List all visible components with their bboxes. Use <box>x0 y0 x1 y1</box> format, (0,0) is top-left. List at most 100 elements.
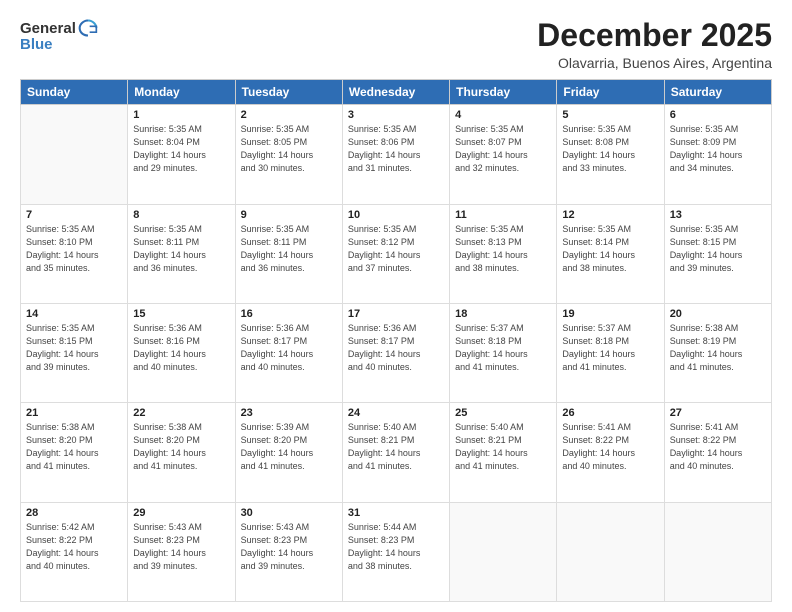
day-info: Sunrise: 5:40 AM Sunset: 8:21 PM Dayligh… <box>348 421 444 473</box>
day-info: Sunrise: 5:35 AM Sunset: 8:15 PM Dayligh… <box>26 322 122 374</box>
day-info: Sunrise: 5:35 AM Sunset: 8:07 PM Dayligh… <box>455 123 551 175</box>
week-row-1: 1 Sunrise: 5:35 AM Sunset: 8:04 PM Daylig… <box>21 105 772 204</box>
week-row-3: 14 Sunrise: 5:35 AM Sunset: 8:15 PM Dayli… <box>21 303 772 402</box>
day-number: 31 <box>348 507 444 519</box>
calendar-cell: 19 Sunrise: 5:37 AM Sunset: 8:18 PM Dayli… <box>557 303 664 402</box>
title-block: December 2025 Olavarria, Buenos Aires, A… <box>537 18 772 71</box>
day-number: 8 <box>133 209 229 221</box>
calendar-cell: 22Sunrise: 5:38 AM Sunset: 8:20 PM Dayli… <box>128 403 235 502</box>
day-number: 21 <box>26 407 122 419</box>
day-number: 15 <box>133 308 229 320</box>
calendar-cell: 9Sunrise: 5:35 AM Sunset: 8:11 PM Daylig… <box>235 204 342 303</box>
day-number: 9 <box>241 209 337 221</box>
calendar-cell: 17 Sunrise: 5:36 AM Sunset: 8:17 PM Dayli… <box>342 303 449 402</box>
day-info: Sunrise: 5:35 AM Sunset: 8:11 PM Dayligh… <box>133 223 229 275</box>
calendar-cell: 18 Sunrise: 5:37 AM Sunset: 8:18 PM Dayli… <box>450 303 557 402</box>
day-info: Sunrise: 5:37 AM Sunset: 8:18 PM Dayligh… <box>562 322 658 374</box>
day-number: 17 <box>348 308 444 320</box>
calendar-cell: 7 Sunrise: 5:35 AM Sunset: 8:10 PM Daylig… <box>21 204 128 303</box>
calendar-cell: 14 Sunrise: 5:35 AM Sunset: 8:15 PM Dayli… <box>21 303 128 402</box>
day-number: 4 <box>455 109 551 121</box>
day-number: 28 <box>26 507 122 519</box>
day-number: 30 <box>241 507 337 519</box>
calendar-cell: 5 Sunrise: 5:35 AM Sunset: 8:08 PM Daylig… <box>557 105 664 204</box>
day-info: Sunrise: 5:42 AM Sunset: 8:22 PM Dayligh… <box>26 521 122 573</box>
calendar-cell: 27 Sunrise: 5:41 AM Sunset: 8:22 PM Dayli… <box>664 403 771 502</box>
page: General Blue December 2025 Olavarria, Bu… <box>0 0 792 612</box>
day-number: 14 <box>26 308 122 320</box>
calendar-cell: 1 Sunrise: 5:35 AM Sunset: 8:04 PM Daylig… <box>128 105 235 204</box>
day-header-friday: Friday <box>557 80 664 105</box>
day-header-monday: Monday <box>128 80 235 105</box>
day-info: Sunrise: 5:35 AM Sunset: 8:06 PM Dayligh… <box>348 123 444 175</box>
day-header-saturday: Saturday <box>664 80 771 105</box>
calendar-cell: 2Sunrise: 5:35 AM Sunset: 8:05 PM Daylig… <box>235 105 342 204</box>
logo: General Blue <box>20 18 98 53</box>
day-info: Sunrise: 5:38 AM Sunset: 8:19 PM Dayligh… <box>670 322 766 374</box>
day-header-thursday: Thursday <box>450 80 557 105</box>
day-number: 7 <box>26 209 122 221</box>
day-number: 20 <box>670 308 766 320</box>
day-number: 5 <box>562 109 658 121</box>
day-info: Sunrise: 5:43 AM Sunset: 8:23 PM Dayligh… <box>241 521 337 573</box>
day-number: 27 <box>670 407 766 419</box>
day-number: 18 <box>455 308 551 320</box>
calendar-cell: 25 Sunrise: 5:40 AM Sunset: 8:21 PM Dayli… <box>450 403 557 502</box>
calendar-cell <box>21 105 128 204</box>
day-number: 1 <box>133 109 229 121</box>
day-number: 11 <box>455 209 551 221</box>
day-info: Sunrise: 5:41 AM Sunset: 8:22 PM Dayligh… <box>562 421 658 473</box>
calendar-cell: 30 Sunrise: 5:43 AM Sunset: 8:23 PM Dayli… <box>235 502 342 601</box>
logo-blue: Blue <box>20 36 53 53</box>
day-info: Sunrise: 5:37 AM Sunset: 8:18 PM Dayligh… <box>455 322 551 374</box>
day-info: Sunrise: 5:35 AM Sunset: 8:08 PM Dayligh… <box>562 123 658 175</box>
calendar-cell <box>557 502 664 601</box>
day-info: Sunrise: 5:40 AM Sunset: 8:21 PM Dayligh… <box>455 421 551 473</box>
day-header-tuesday: Tuesday <box>235 80 342 105</box>
calendar-cell: 11 Sunrise: 5:35 AM Sunset: 8:13 PM Dayli… <box>450 204 557 303</box>
calendar-cell: 16Sunrise: 5:36 AM Sunset: 8:17 PM Dayli… <box>235 303 342 402</box>
day-info: Sunrise: 5:35 AM Sunset: 8:04 PM Dayligh… <box>133 123 229 175</box>
day-info: Sunrise: 5:36 AM Sunset: 8:17 PM Dayligh… <box>348 322 444 374</box>
day-info: Sunrise: 5:38 AM Sunset: 8:20 PM Dayligh… <box>26 421 122 473</box>
calendar-cell: 4 Sunrise: 5:35 AM Sunset: 8:07 PM Daylig… <box>450 105 557 204</box>
calendar-cell: 8 Sunrise: 5:35 AM Sunset: 8:11 PM Daylig… <box>128 204 235 303</box>
day-info: Sunrise: 5:35 AM Sunset: 8:05 PM Dayligh… <box>241 123 337 175</box>
header: General Blue December 2025 Olavarria, Bu… <box>20 18 772 71</box>
day-header-wednesday: Wednesday <box>342 80 449 105</box>
calendar-cell: 6Sunrise: 5:35 AM Sunset: 8:09 PM Daylig… <box>664 105 771 204</box>
day-number: 24 <box>348 407 444 419</box>
day-number: 29 <box>133 507 229 519</box>
day-info: Sunrise: 5:41 AM Sunset: 8:22 PM Dayligh… <box>670 421 766 473</box>
day-number: 22 <box>133 407 229 419</box>
day-info: Sunrise: 5:44 AM Sunset: 8:23 PM Dayligh… <box>348 521 444 573</box>
calendar-cell: 24 Sunrise: 5:40 AM Sunset: 8:21 PM Dayli… <box>342 403 449 502</box>
calendar-cell: 23Sunrise: 5:39 AM Sunset: 8:20 PM Dayli… <box>235 403 342 502</box>
page-subtitle: Olavarria, Buenos Aires, Argentina <box>537 55 772 71</box>
day-info: Sunrise: 5:35 AM Sunset: 8:14 PM Dayligh… <box>562 223 658 275</box>
day-info: Sunrise: 5:35 AM Sunset: 8:15 PM Dayligh… <box>670 223 766 275</box>
calendar-cell <box>450 502 557 601</box>
day-info: Sunrise: 5:35 AM Sunset: 8:12 PM Dayligh… <box>348 223 444 275</box>
calendar-cell: 3Sunrise: 5:35 AM Sunset: 8:06 PM Daylig… <box>342 105 449 204</box>
day-number: 12 <box>562 209 658 221</box>
day-number: 25 <box>455 407 551 419</box>
day-info: Sunrise: 5:35 AM Sunset: 8:10 PM Dayligh… <box>26 223 122 275</box>
day-number: 10 <box>348 209 444 221</box>
day-header-sunday: Sunday <box>21 80 128 105</box>
day-number: 23 <box>241 407 337 419</box>
day-number: 16 <box>241 308 337 320</box>
calendar-table: SundayMondayTuesdayWednesdayThursdayFrid… <box>20 79 772 602</box>
day-number: 19 <box>562 308 658 320</box>
day-info: Sunrise: 5:35 AM Sunset: 8:13 PM Dayligh… <box>455 223 551 275</box>
day-number: 26 <box>562 407 658 419</box>
calendar-cell: 29Sunrise: 5:43 AM Sunset: 8:23 PM Dayli… <box>128 502 235 601</box>
week-row-4: 21 Sunrise: 5:38 AM Sunset: 8:20 PM Dayli… <box>21 403 772 502</box>
logo-icon <box>78 18 98 38</box>
calendar-cell: 15Sunrise: 5:36 AM Sunset: 8:16 PM Dayli… <box>128 303 235 402</box>
logo-general: General <box>20 20 76 37</box>
calendar-cell: 20 Sunrise: 5:38 AM Sunset: 8:19 PM Dayli… <box>664 303 771 402</box>
calendar-cell <box>664 502 771 601</box>
calendar-cell: 31 Sunrise: 5:44 AM Sunset: 8:23 PM Dayli… <box>342 502 449 601</box>
day-info: Sunrise: 5:35 AM Sunset: 8:09 PM Dayligh… <box>670 123 766 175</box>
